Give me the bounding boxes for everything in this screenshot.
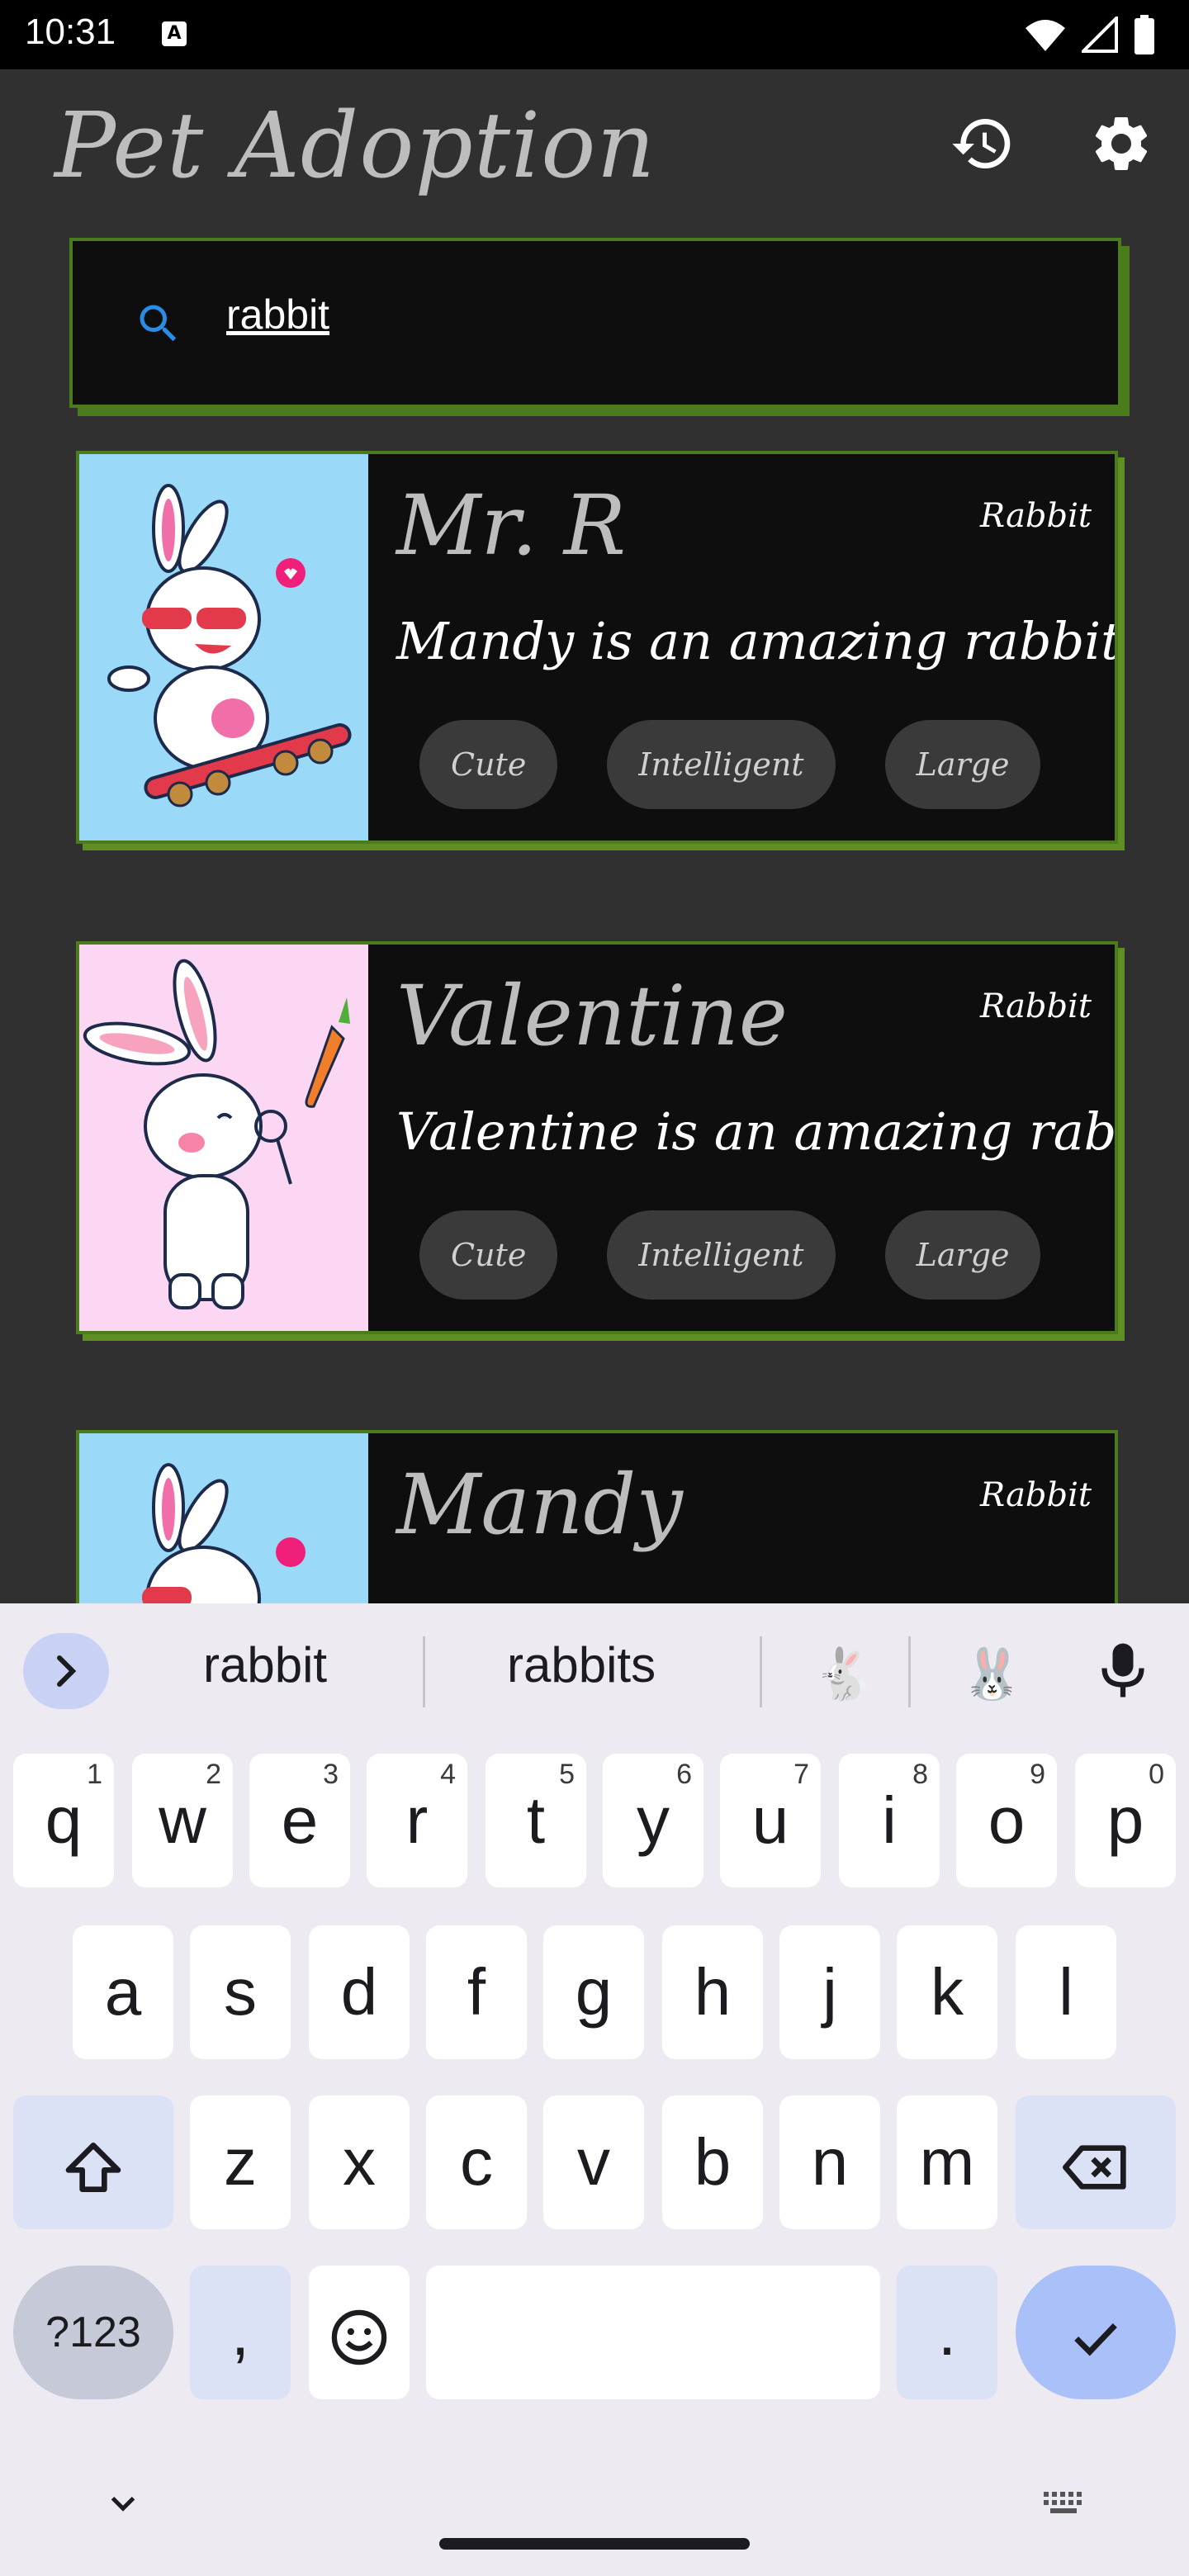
history-button[interactable] [950, 111, 1016, 177]
navigation-row [0, 2429, 1189, 2576]
rabbit-carrot-image [79, 945, 368, 1331]
search-bar[interactable]: rabbit [69, 238, 1121, 408]
accessibility-icon: A [162, 21, 187, 46]
key-c[interactable]: c [426, 2095, 527, 2229]
search-input[interactable]: rabbit [226, 291, 329, 339]
backspace-key[interactable] [1016, 2095, 1176, 2229]
key-o[interactable]: o9 [956, 1754, 1057, 1887]
rabbit-skateboard-image [79, 454, 368, 841]
gear-icon [1095, 116, 1148, 170]
enter-key[interactable] [1016, 2266, 1176, 2399]
backspace-icon [1063, 2145, 1126, 2190]
key-y[interactable]: y6 [603, 1754, 703, 1887]
key-k[interactable]: k [897, 1925, 997, 2059]
rabbit-skateboard-image [79, 1433, 368, 1603]
shift-icon [65, 2142, 121, 2192]
emoji-suggestion[interactable]: 🐇 [812, 1645, 874, 1703]
key-d[interactable]: d [309, 1925, 410, 2059]
expand-toolbar-button[interactable] [23, 1633, 109, 1709]
pet-name: Valentine [396, 968, 788, 1064]
app-bar: Pet Adoption [0, 69, 1189, 215]
microphone-icon[interactable] [1098, 1641, 1148, 1699]
home-indicator[interactable] [439, 2538, 750, 2550]
suggestion-item[interactable]: rabbit [203, 1636, 327, 1693]
key-h[interactable]: h [662, 1925, 763, 2059]
pet-type: Rabbit [980, 1476, 1092, 1514]
pet-description: Mandy is an amazing rabbit [396, 611, 1118, 671]
hide-keyboard-icon[interactable] [102, 2487, 144, 2520]
pet-card[interactable]: Mr. R Rabbit Mandy is an amazing rabbit … [76, 451, 1118, 844]
tag-list: Cute Intelligent Large [419, 1210, 1041, 1300]
pet-type: Rabbit [980, 497, 1092, 535]
system-icons [1024, 15, 1156, 54]
history-icon [952, 119, 1011, 169]
chevron-right-icon [57, 1655, 77, 1687]
key-j[interactable]: j [779, 1925, 880, 2059]
status-bar: 10:31 A [0, 0, 1189, 69]
key-m[interactable]: m [897, 2095, 997, 2229]
key-w[interactable]: w2 [132, 1754, 233, 1887]
search-icon [140, 305, 177, 342]
space-key[interactable] [426, 2266, 880, 2399]
key-a[interactable]: a [73, 1925, 173, 2059]
key-b[interactable]: b [662, 2095, 763, 2229]
tag-chip[interactable]: Large [884, 1210, 1041, 1300]
divider [760, 1636, 762, 1707]
pet-card[interactable]: Valentine Rabbit Valentine is an amazing… [76, 941, 1118, 1334]
key-i[interactable]: i8 [839, 1754, 940, 1887]
key-s[interactable]: s [190, 1925, 291, 2059]
key-g[interactable]: g [543, 1925, 644, 2059]
settings-button[interactable] [1088, 111, 1154, 177]
suggestion-item[interactable]: rabbits [507, 1636, 656, 1693]
battery-icon [1135, 15, 1154, 54]
pet-card[interactable]: Mandy Rabbit [76, 1430, 1118, 1603]
divider [908, 1636, 911, 1707]
smiley-icon [331, 2309, 387, 2365]
key-v[interactable]: v [543, 2095, 644, 2229]
symbols-key[interactable]: ?123 [13, 2266, 173, 2399]
comma-key[interactable]: , [190, 2266, 291, 2399]
status-time: 10:31 [25, 12, 116, 52]
keyboard-switcher-icon[interactable] [1042, 2488, 1088, 2518]
signal-icon [1082, 17, 1118, 53]
key-t[interactable]: t5 [486, 1754, 586, 1887]
pet-description: Valentine is an amazing rabbit [396, 1101, 1118, 1162]
key-z[interactable]: z [190, 2095, 291, 2229]
key-r[interactable]: r4 [367, 1754, 467, 1887]
tag-chip[interactable]: Large [884, 720, 1041, 809]
suggestion-strip: rabbit rabbits 🐇 🐰 [0, 1603, 1189, 1735]
pet-name: Mandy [396, 1456, 683, 1553]
key-p[interactable]: p0 [1075, 1754, 1176, 1887]
pet-name: Mr. R [396, 477, 627, 574]
page-title: Pet Adoption [54, 92, 656, 198]
tag-chip[interactable]: Intelligent [607, 1210, 836, 1300]
emoji-key[interactable] [309, 2266, 410, 2399]
wifi-icon [1026, 20, 1065, 51]
soft-keyboard: rabbit rabbits 🐇 🐰 q1 w2 e3 r4 t5 y6 u7 … [0, 1603, 1189, 2576]
period-key[interactable]: . [897, 2266, 997, 2399]
key-f[interactable]: f [426, 1925, 527, 2059]
key-u[interactable]: u7 [720, 1754, 821, 1887]
tag-chip[interactable]: Cute [419, 720, 558, 809]
key-x[interactable]: x [309, 2095, 410, 2229]
key-e[interactable]: e3 [249, 1754, 350, 1887]
shift-key[interactable] [13, 2095, 173, 2229]
tag-list: Cute Intelligent Large [419, 720, 1041, 809]
checkmark-icon [1074, 2323, 1117, 2356]
tag-chip[interactable]: Intelligent [607, 720, 836, 809]
divider [423, 1636, 425, 1707]
tag-chip[interactable]: Cute [419, 1210, 558, 1300]
emoji-suggestion[interactable]: 🐰 [961, 1645, 1023, 1703]
key-q[interactable]: q1 [13, 1754, 114, 1887]
pet-type: Rabbit [980, 987, 1092, 1025]
key-l[interactable]: l [1016, 1925, 1116, 2059]
key-n[interactable]: n [779, 2095, 880, 2229]
